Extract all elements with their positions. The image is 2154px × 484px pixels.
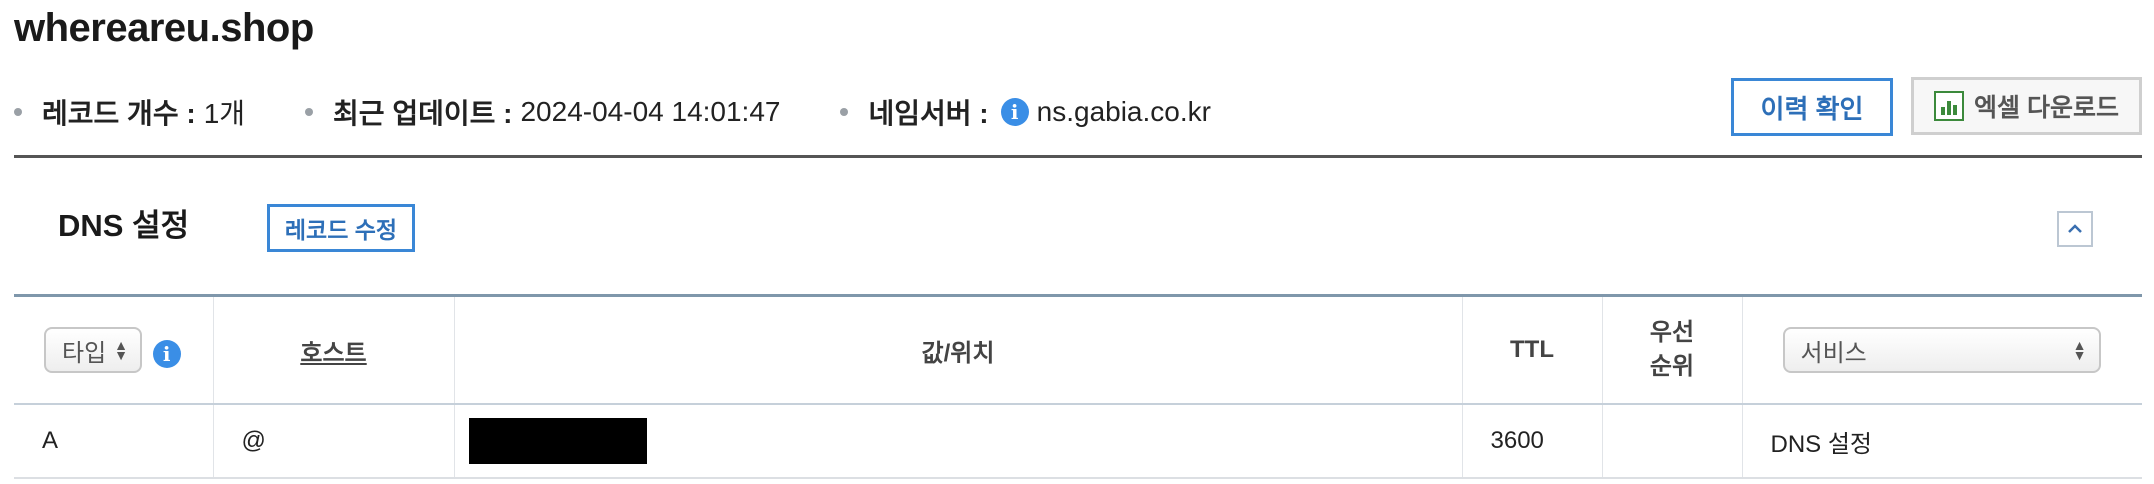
record-count-label: 레코드 개수 : bbox=[42, 98, 196, 129]
excel-icon bbox=[1934, 91, 1965, 121]
info-icon[interactable]: i bbox=[1000, 98, 1029, 126]
domain-title: whereareu.shop bbox=[14, 6, 314, 50]
edit-records-button[interactable]: 레코드 수정 bbox=[267, 204, 415, 252]
bullet-icon bbox=[14, 108, 22, 116]
cell-ttl: 3600 bbox=[1462, 404, 1603, 479]
priority-header-line2: 순위 bbox=[1649, 353, 1695, 380]
last-update-value: 2024-04-04 14:01:47 bbox=[520, 96, 781, 127]
nameserver: 네임서버 : i ns.gabia.co.kr bbox=[840, 92, 1211, 132]
header-divider bbox=[14, 155, 2142, 158]
priority-header: 우선 순위 bbox=[1602, 297, 1743, 405]
service-select[interactable]: 서비스 ▲ ▼ bbox=[1782, 327, 2101, 373]
nameserver-value: ns.gabia.co.kr bbox=[1036, 96, 1211, 127]
cell-value bbox=[454, 404, 1463, 479]
record-count: 레코드 개수 : 1개 bbox=[14, 92, 245, 132]
last-update-label: 최근 업데이트 : bbox=[333, 98, 513, 129]
record-count-value: 1개 bbox=[203, 98, 246, 129]
priority-header-line1: 우선 bbox=[1649, 319, 1695, 346]
dns-section-title: DNS 설정 bbox=[58, 208, 190, 243]
table-header: 타입 ▲ ▼ i 호스트 값/위치 TTL 우선 순위 서비스 ▲ ▼ bbox=[14, 297, 2142, 405]
last-update: 최근 업데이트 : 2024-04-04 14:01:47 bbox=[305, 92, 780, 132]
excel-download-button[interactable]: 엑셀 다운로드 bbox=[1911, 77, 2142, 135]
value-header: 값/위치 bbox=[454, 297, 1463, 405]
history-button[interactable]: 이력 확인 bbox=[1731, 78, 1893, 136]
ttl-header: TTL bbox=[1462, 297, 1603, 405]
nameserver-label: 네임서버 : bbox=[868, 98, 989, 129]
service-header: 서비스 ▲ ▼ bbox=[1742, 297, 2142, 405]
type-select[interactable]: 타입 ▲ ▼ bbox=[44, 327, 142, 373]
select-arrows-icon: ▲ ▼ bbox=[114, 337, 128, 363]
collapse-button[interactable] bbox=[2057, 211, 2093, 247]
excel-download-label: 엑셀 다운로드 bbox=[1974, 94, 2119, 122]
redacted-value bbox=[468, 418, 647, 464]
bullet-icon bbox=[305, 108, 314, 116]
dns-records-table: 타입 ▲ ▼ i 호스트 값/위치 TTL 우선 순위 서비스 ▲ ▼ A @ … bbox=[14, 294, 2142, 479]
type-select-value: 타입 bbox=[62, 339, 107, 367]
cell-host: @ bbox=[213, 404, 455, 479]
bullet-icon bbox=[840, 108, 849, 116]
chevron-up-icon bbox=[2068, 224, 2082, 233]
meta-row: 레코드 개수 : 1개 최근 업데이트 : 2024-04-04 14:01:4… bbox=[14, 90, 1271, 134]
type-header: 타입 ▲ ▼ i bbox=[14, 297, 214, 405]
table-row: A @ 3600 DNS 설정 bbox=[14, 404, 2142, 479]
cell-priority bbox=[1602, 404, 1743, 479]
cell-type: A bbox=[14, 404, 214, 479]
cell-service: DNS 설정 bbox=[1742, 404, 2142, 479]
host-header-label: 호스트 bbox=[300, 339, 367, 367]
host-header[interactable]: 호스트 bbox=[213, 297, 455, 405]
service-select-value: 서비스 bbox=[1800, 339, 1867, 367]
info-icon[interactable]: i bbox=[152, 340, 181, 369]
select-arrows-icon: ▲ ▼ bbox=[2072, 337, 2087, 363]
